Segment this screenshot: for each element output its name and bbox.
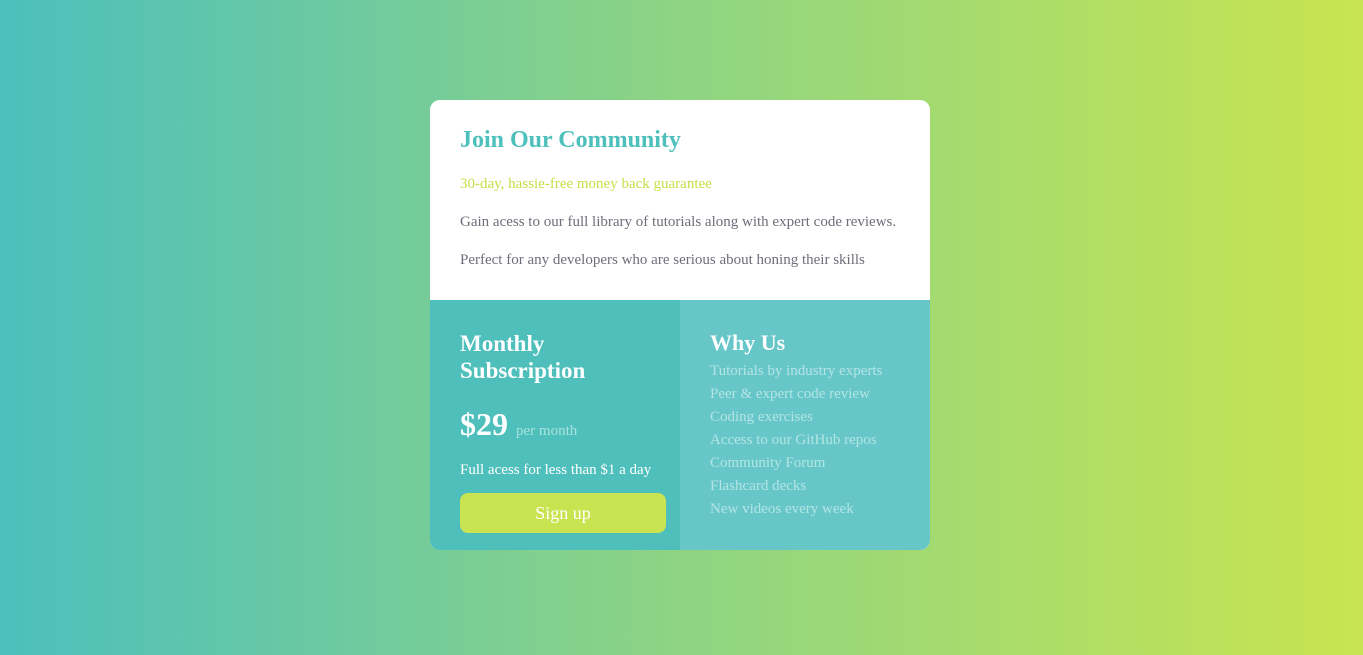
guarantee-text: 30-day, hassie-free money back guarantee (460, 176, 712, 192)
list-item: Coding exercises (710, 409, 813, 425)
subscription-title: Monthly Subscription (460, 331, 586, 383)
pricing-card: Join Our Community 30-day, hassie-free m… (430, 100, 930, 550)
list-item: Flashcard decks (710, 478, 807, 494)
list-item: Access to our GitHub repos (710, 432, 877, 448)
card-body: Monthly Subscription $29 per month Full … (430, 300, 930, 550)
price-value: $29 (460, 406, 508, 442)
card-header: Join Our Community 30-day, hassie-free m… (430, 100, 930, 300)
access-note: Full acess for less than $1 a day (460, 462, 652, 478)
subscription-panel: Monthly Subscription $29 per month Full … (430, 300, 680, 550)
description-text: Gain acess to our full library of tutori… (460, 214, 897, 230)
price-row: $29 per month (460, 406, 577, 443)
list-item: New videos every week (710, 501, 854, 517)
description-text-secondary: Perfect for any developers who are serio… (460, 252, 865, 268)
why-us-panel: Why Us Tutorials by industry experts Pee… (680, 300, 930, 550)
why-us-list: Tutorials by industry experts Peer & exp… (710, 360, 882, 521)
signup-button[interactable]: Sign up (460, 493, 666, 533)
price-period: per month (516, 423, 578, 439)
list-item: Peer & expert code review (710, 386, 870, 402)
list-item: Community Forum (710, 455, 826, 471)
list-item: Tutorials by industry experts (710, 363, 883, 379)
why-us-title: Why Us (710, 330, 786, 355)
page-title: Join Our Community (460, 127, 681, 153)
